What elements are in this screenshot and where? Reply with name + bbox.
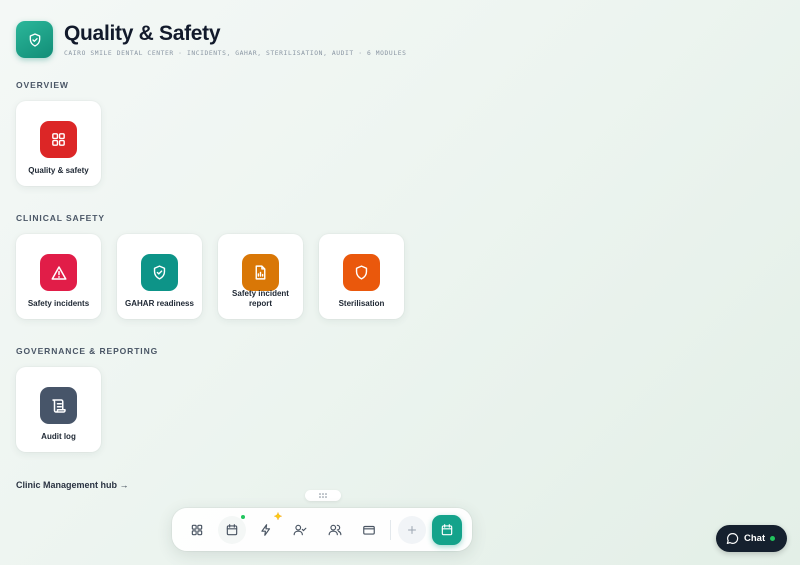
page-title: Quality & Safety — [64, 22, 221, 45]
dock-billing-button[interactable] — [355, 516, 383, 544]
page-subtitle: CAIRO SMILE DENTAL CENTER · INCIDENTS, G… — [64, 50, 407, 57]
clinical-safety-cards: Safety incidents GAHAR readiness Safety … — [16, 234, 404, 319]
chat-button[interactable]: Chat — [716, 525, 787, 552]
card-label: GAHAR readiness — [125, 299, 194, 308]
module-card-sterilisation[interactable]: Sterilisation — [319, 234, 404, 319]
scroll-icon — [40, 387, 77, 424]
module-card-safety-incidents[interactable]: Safety incidents — [16, 234, 101, 319]
clinic-management-hub-link[interactable]: Clinic Management hub → — [16, 480, 129, 490]
shield-check-icon — [141, 254, 178, 291]
card-label: Quality & safety — [28, 166, 89, 175]
card-label: Safety incident report — [232, 289, 289, 308]
dock-drag-handle[interactable] — [305, 490, 341, 501]
card-label: Safety incidents — [27, 299, 90, 308]
chat-bubble-icon — [726, 533, 739, 544]
section-title-clinical-safety: CLINICAL SAFETY — [16, 213, 105, 223]
section-title-governance: GOVERNANCE & REPORTING — [16, 346, 159, 356]
grid-icon — [40, 121, 77, 158]
dock-divider — [390, 520, 391, 540]
dock-appointments-button[interactable] — [432, 515, 462, 545]
lightning-icon — [261, 524, 271, 536]
card-label: Audit log — [41, 432, 76, 441]
module-card-quality-safety[interactable]: Quality & safety — [16, 101, 101, 186]
grid-icon — [191, 524, 203, 536]
module-card-gahar-readiness[interactable]: GAHAR readiness — [117, 234, 202, 319]
governance-cards: Audit log — [16, 367, 101, 452]
shield-check-icon — [16, 21, 53, 58]
card-label: Sterilisation — [338, 299, 385, 308]
grip-icon — [319, 493, 327, 498]
module-card-audit-log[interactable]: Audit log — [16, 367, 101, 452]
calendar-icon — [441, 524, 453, 536]
section-title-overview: OVERVIEW — [16, 80, 69, 90]
shield-icon — [343, 254, 380, 291]
plus-icon — [408, 526, 416, 534]
dock-patients-button[interactable] — [321, 516, 349, 544]
module-card-safety-incident-report[interactable]: Safety incident report — [218, 234, 303, 319]
dock-staff-button[interactable] — [286, 516, 314, 544]
report-icon — [242, 254, 279, 291]
chat-label: Chat — [744, 533, 766, 544]
page-header: Quality & Safety CAIRO SMILE DENTAL CENT… — [16, 21, 407, 58]
warning-icon — [40, 254, 77, 291]
users-icon — [328, 524, 342, 536]
calendar-icon — [226, 524, 238, 536]
dock-calendar-button[interactable] — [218, 515, 246, 544]
sparkle-icon — [274, 512, 282, 520]
card-icon — [363, 525, 375, 535]
notification-dot — [241, 515, 245, 519]
dock-quick-actions-button[interactable] — [252, 512, 282, 544]
dock-modules-button[interactable] — [183, 516, 211, 544]
bottom-dock — [172, 508, 472, 551]
user-check-icon — [293, 524, 307, 536]
chat-status-dot — [770, 536, 776, 541]
dock-add-button[interactable] — [398, 516, 426, 544]
overview-cards: Quality & safety — [16, 101, 101, 186]
